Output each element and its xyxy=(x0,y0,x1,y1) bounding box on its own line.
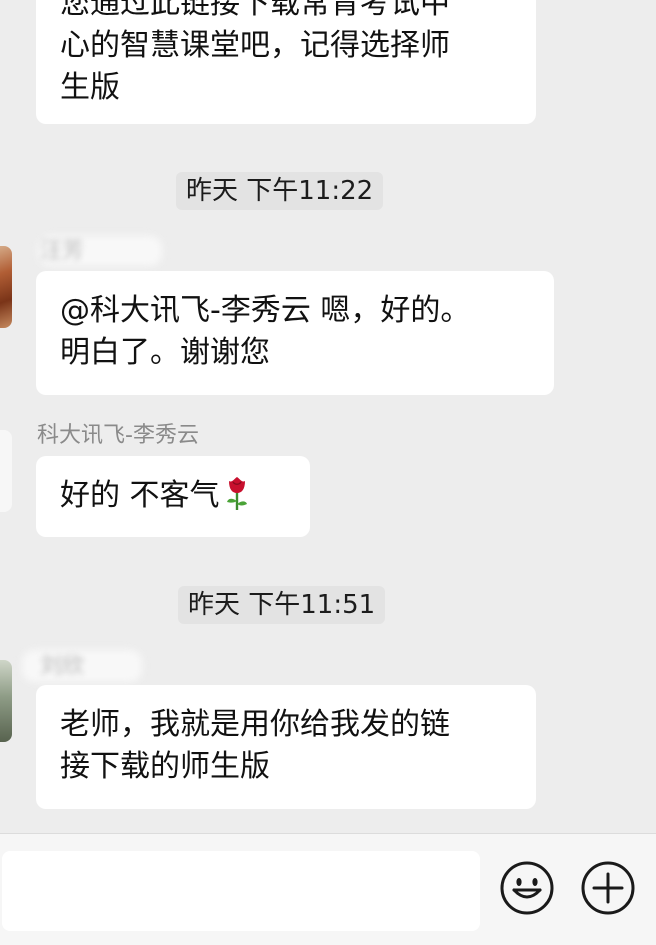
chat-message-list[interactable]: 您通过此链接下载常青考试中 心的智慧课堂吧，记得选择师 生版 昨天 下午11:2… xyxy=(0,0,656,833)
sender-name: 汪芳 xyxy=(40,239,85,264)
message-text: 好的 不客气 xyxy=(60,478,220,513)
avatar[interactable] xyxy=(0,246,12,328)
more-button[interactable] xyxy=(580,860,636,916)
smiley-face-icon xyxy=(500,861,554,915)
timestamp-divider: 昨天 下午11:22 xyxy=(176,172,384,210)
timestamp-divider: 昨天 下午11:51 xyxy=(178,586,386,624)
sender-name: 刘欣 xyxy=(40,654,85,679)
message-line: 老师，我就是用你给我发的链 xyxy=(60,707,450,742)
message-bubble[interactable]: 您通过此链接下载常青考试中 心的智慧课堂吧，记得选择师 生版 xyxy=(36,0,536,124)
message-line: 接下载的师生版 xyxy=(60,749,270,784)
message-line: 明白了。谢谢您 xyxy=(60,335,270,370)
rose-icon xyxy=(224,475,250,523)
chat-input-bar xyxy=(0,833,656,945)
message-bubble[interactable]: 好的 不客气 xyxy=(36,456,310,537)
avatar[interactable] xyxy=(0,430,12,512)
plus-circle-icon xyxy=(581,861,635,915)
message-input[interactable] xyxy=(2,851,480,931)
message-bubble[interactable]: 老师，我就是用你给我发的链 接下载的师生版 xyxy=(36,685,536,809)
sender-name: 科大讯飞-李秀云 xyxy=(37,423,199,448)
message-line: 您通过此链接下载常青考试中 xyxy=(60,0,450,21)
message-line: 生版 xyxy=(60,70,120,105)
message-line: 心的智慧课堂吧，记得选择师 xyxy=(60,28,450,63)
message-bubble[interactable]: @科大讯飞-李秀云 嗯，好的。 明白了。谢谢您 xyxy=(36,271,554,395)
avatar[interactable] xyxy=(0,660,12,742)
message-line: @科大讯飞-李秀云 嗯，好的。 xyxy=(60,293,471,328)
emoji-button[interactable] xyxy=(499,860,555,916)
